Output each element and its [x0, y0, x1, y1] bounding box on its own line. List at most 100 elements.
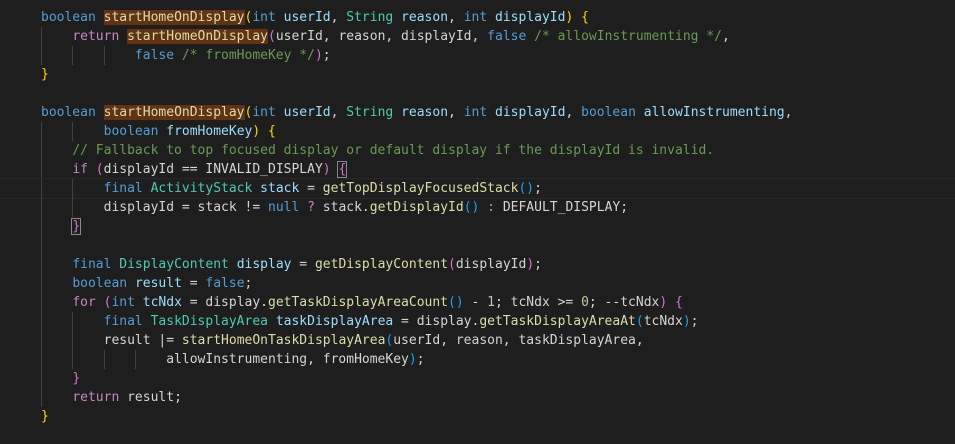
- code-token: return: [72, 29, 120, 44]
- code-token: ?: [307, 200, 315, 215]
- indent-guide: [41, 331, 42, 350]
- code-token: = display.: [181, 295, 268, 310]
- code-token: tcNdx: [643, 314, 683, 329]
- code-line[interactable]: boolean startHomeOnDisplay(int userId, S…: [0, 8, 955, 27]
- code-token: ; tcNdx >=: [494, 295, 582, 310]
- code-line[interactable]: final ActivityStack stack = getTopDispla…: [0, 178, 955, 199]
- code-token: getTaskDisplayAreaCount: [268, 295, 449, 310]
- code-token: ): [682, 314, 691, 329]
- code-line[interactable]: for (int tcNdx = display.getTaskDisplayA…: [0, 293, 955, 312]
- code-token: (): [448, 295, 464, 310]
- code-token: taskDisplayArea: [275, 314, 394, 329]
- code-token: reason: [401, 105, 449, 120]
- code-token: (: [635, 314, 644, 329]
- code-lines[interactable]: boolean startHomeOnDisplay(int userId, S…: [0, 8, 955, 426]
- indent-guide: [41, 293, 42, 312]
- code-token: ActivityStack: [150, 181, 253, 196]
- code-token: int: [463, 105, 488, 120]
- code-token: }: [41, 67, 49, 82]
- code-token: String: [346, 105, 394, 120]
- code-token: getTaskDisplayAreaAt: [479, 314, 636, 329]
- code-token: getDisplayId: [369, 200, 464, 215]
- code-editor[interactable]: boolean startHomeOnDisplay(int userId, S…: [0, 0, 955, 444]
- code-token: null: [268, 200, 300, 215]
- code-line[interactable]: }: [0, 65, 955, 84]
- code-line[interactable]: }: [0, 369, 955, 388]
- code-token: final: [103, 314, 143, 329]
- code-token: ;: [416, 352, 425, 367]
- code-token: result |=: [103, 333, 182, 348]
- code-token: startHomeOnTaskDisplayArea: [181, 333, 386, 348]
- indent-guide: [72, 179, 73, 198]
- code-line[interactable]: boolean startHomeOnDisplay(int userId, S…: [0, 103, 955, 122]
- code-line[interactable]: boolean result = false;: [0, 274, 955, 293]
- code-token: ;: [322, 48, 331, 63]
- indent-guide: [41, 46, 42, 65]
- code-line[interactable]: // Fallback to top focused display or de…: [0, 141, 955, 160]
- code-token: ): [659, 295, 668, 310]
- code-line[interactable]: final TaskDisplayArea taskDisplayArea = …: [0, 312, 955, 331]
- code-token: boolean: [72, 276, 128, 291]
- indent-guide: [41, 255, 42, 274]
- code-token: ): [322, 162, 331, 177]
- code-line[interactable]: result |= startHomeOnTaskDisplayArea(use…: [0, 331, 955, 350]
- code-token: display: [236, 257, 292, 272]
- code-token: tcNdx: [142, 295, 182, 310]
- code-token: boolean: [581, 105, 636, 120]
- code-token: = display.: [393, 314, 480, 329]
- code-token: result: [134, 276, 182, 291]
- highlighted-token: startHomeOnDisplay: [127, 29, 268, 44]
- code-token: final: [103, 181, 143, 196]
- code-line[interactable]: false /* fromHomeKey */);: [0, 46, 955, 65]
- code-line[interactable]: if (displayId == INVALID_DISPLAY) {: [0, 160, 955, 179]
- code-line[interactable]: }: [0, 407, 955, 426]
- code-token: ): [252, 124, 261, 139]
- code-token: ,: [721, 29, 730, 44]
- code-line[interactable]: [0, 84, 955, 103]
- code-token: ; --tcNdx: [588, 295, 660, 310]
- highlighted-token: startHomeOnDisplay: [103, 10, 245, 25]
- code-token: {: [581, 10, 589, 25]
- code-token: // Fallback to top focused display or de…: [72, 143, 715, 158]
- indent-guide: [41, 274, 42, 293]
- indent-guide: [72, 350, 73, 369]
- code-token: getDisplayContent: [314, 257, 449, 272]
- code-token: INVALID_DISPLAY: [205, 162, 323, 177]
- code-line[interactable]: boolean fromHomeKey) {: [0, 122, 955, 141]
- indent-guide: [72, 198, 73, 217]
- code-token: displayId: [495, 10, 566, 25]
- indent-guide: [41, 179, 42, 198]
- code-line[interactable]: return startHomeOnDisplay(userId, reason…: [0, 27, 955, 46]
- code-token: ,: [565, 105, 582, 120]
- code-token: userId: [283, 105, 331, 120]
- code-token: {: [268, 124, 276, 139]
- code-line[interactable]: final DisplayContent display = getDispla…: [0, 255, 955, 274]
- code-token: =: [291, 257, 315, 272]
- code-token: userId: [283, 10, 331, 25]
- code-token: final: [72, 257, 112, 272]
- code-token: displayId = stack !=: [103, 200, 268, 215]
- code-line[interactable]: allowInstrumenting, fromHomeKey);: [0, 350, 955, 369]
- code-token: userId, reason, taskDisplayArea,: [393, 333, 644, 348]
- code-token: (: [448, 257, 456, 272]
- code-token: stack: [260, 181, 300, 196]
- code-line[interactable]: [0, 236, 955, 255]
- code-line[interactable]: return result;: [0, 388, 955, 407]
- code-token: =: [299, 181, 323, 196]
- indent-guide: [41, 198, 42, 217]
- indent-guide: [41, 27, 42, 46]
- code-line[interactable]: displayId = stack != null ? stack.getDis…: [0, 198, 955, 217]
- code-line[interactable]: }: [0, 217, 955, 236]
- code-token: (: [268, 29, 276, 44]
